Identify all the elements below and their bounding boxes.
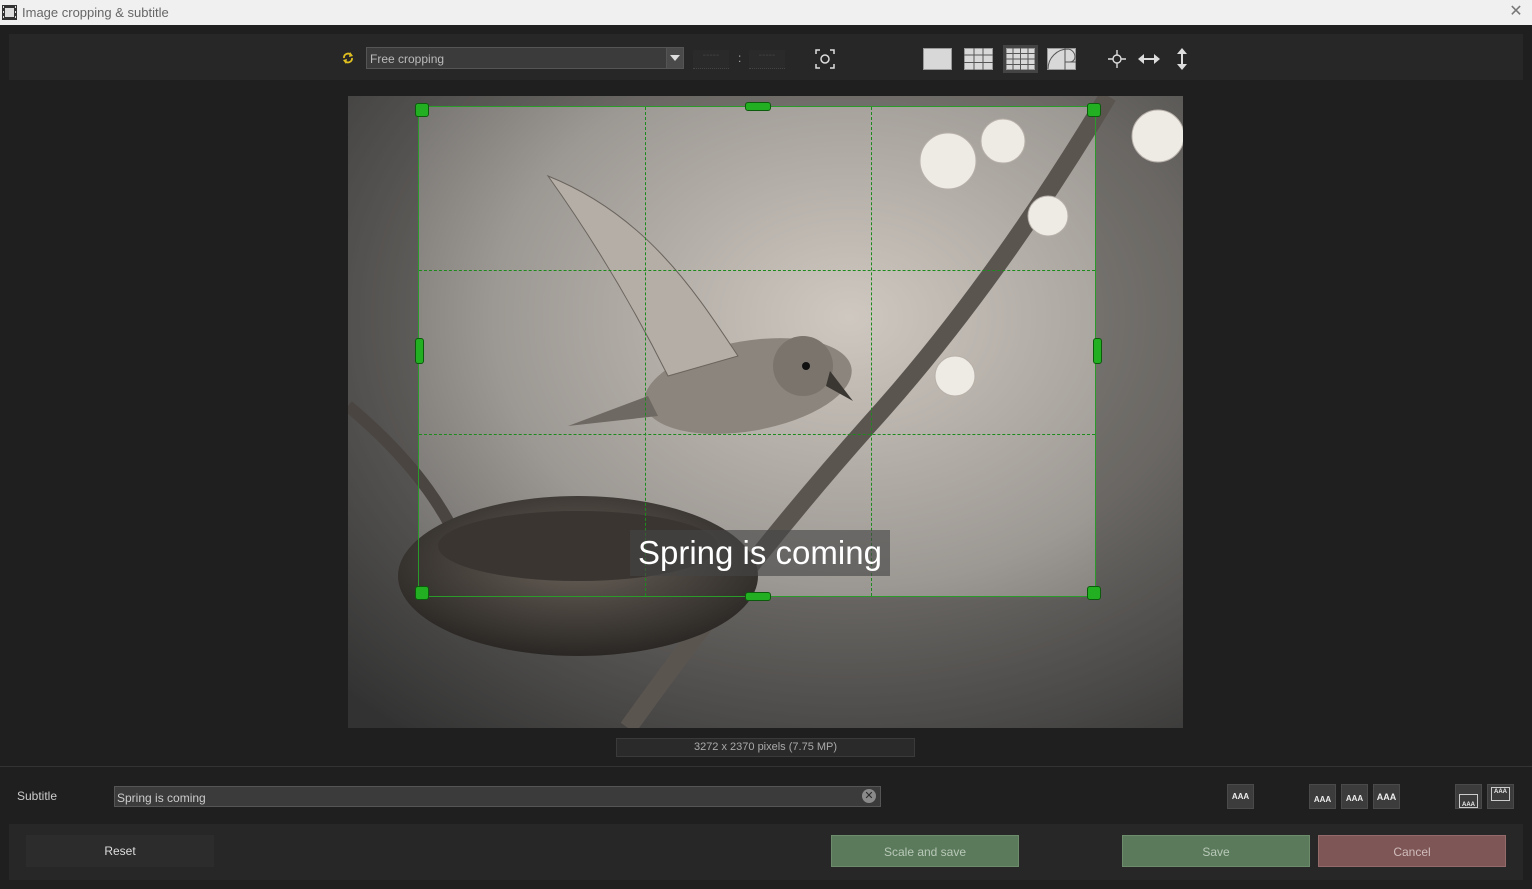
subtitle-input[interactable] xyxy=(114,786,881,807)
vertical-arrows-icon xyxy=(1177,48,1187,70)
subtitle-align-bottom-button[interactable]: AAA xyxy=(1309,784,1336,809)
divider xyxy=(0,766,1532,767)
rotate-orientation-button[interactable] xyxy=(340,50,356,66)
blank-frame-icon xyxy=(923,48,952,70)
cancel-button[interactable]: Cancel xyxy=(1318,835,1506,867)
crop-handle-top[interactable] xyxy=(745,102,771,111)
focus-target-icon xyxy=(815,49,835,69)
max-height-button[interactable] xyxy=(1171,47,1193,71)
chevron-down-icon[interactable] xyxy=(666,48,683,68)
subtitle-label: Subtitle xyxy=(17,789,58,803)
center-crop-button[interactable] xyxy=(1106,48,1128,70)
grid-none-button[interactable] xyxy=(922,47,953,71)
grid-fine-icon xyxy=(1006,48,1035,70)
golden-spiral-icon xyxy=(1047,48,1076,70)
save-button[interactable]: Save xyxy=(1122,835,1310,867)
reset-button[interactable]: Reset xyxy=(26,835,214,867)
subtitle-style-button[interactable]: AAA xyxy=(1227,784,1254,809)
image-size-info: 3272 x 2370 pixels (7.75 MP) xyxy=(616,738,915,757)
image-preview[interactable]: Spring is coming xyxy=(348,96,1183,728)
crosshair-icon xyxy=(1108,50,1126,68)
window-title: Image cropping & subtitle xyxy=(22,5,169,20)
crop-handle-left[interactable] xyxy=(415,338,424,364)
face-detect-button[interactable] xyxy=(814,48,836,70)
crop-handle-bottom-left[interactable] xyxy=(415,586,429,600)
crop-handle-top-left[interactable] xyxy=(415,103,429,117)
rotate-icon xyxy=(343,52,353,64)
subtitle-position-bottom-button[interactable]: AAA xyxy=(1455,784,1482,809)
clear-icon[interactable]: ✕ xyxy=(862,789,876,803)
crop-mode-select[interactable]: Free cropping xyxy=(366,47,684,69)
grid-fine-button[interactable] xyxy=(1003,45,1038,73)
crop-handle-top-right[interactable] xyxy=(1087,103,1101,117)
film-icon xyxy=(2,5,17,20)
scale-and-save-button[interactable]: Scale and save xyxy=(831,835,1019,867)
grid-line xyxy=(645,107,646,596)
crop-handle-bottom[interactable] xyxy=(745,592,771,601)
grid-thirds-icon xyxy=(964,48,993,70)
grid-line xyxy=(419,270,1095,271)
crop-toolbar: Free cropping ----- : ----- xyxy=(9,34,1523,80)
grid-line xyxy=(419,434,1095,435)
close-window-button[interactable]: ✕ xyxy=(1506,2,1526,22)
title-bar: Image cropping & subtitle ✕ xyxy=(0,0,1532,25)
grid-line xyxy=(871,107,872,596)
ratio-width-field[interactable]: ----- xyxy=(693,50,729,69)
grid-spiral-button[interactable] xyxy=(1046,47,1077,71)
footer: Reset Scale and save Save Cancel xyxy=(9,824,1523,880)
crop-frame[interactable] xyxy=(418,106,1096,597)
subtitle-size-button[interactable]: AAA xyxy=(1373,784,1400,809)
crop-handle-right[interactable] xyxy=(1093,338,1102,364)
ratio-height-field[interactable]: ----- xyxy=(749,50,785,69)
subtitle-position-top-button[interactable]: AAA xyxy=(1487,784,1514,809)
ratio-separator: : xyxy=(738,51,742,65)
crop-handle-bottom-right[interactable] xyxy=(1087,586,1101,600)
horizontal-arrows-icon xyxy=(1138,54,1160,64)
crop-mode-value: Free cropping xyxy=(370,52,445,66)
max-width-button[interactable] xyxy=(1137,48,1161,70)
subtitle-preview: Spring is coming xyxy=(630,530,890,576)
subtitle-align-middle-button[interactable]: AAA xyxy=(1341,784,1368,809)
grid-thirds-button[interactable] xyxy=(963,47,994,71)
